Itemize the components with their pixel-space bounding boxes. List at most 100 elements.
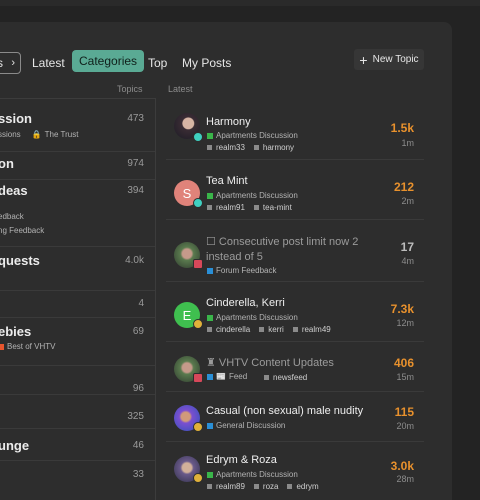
topic-row[interactable]: ☐ Consecutive post limit now 2 instead o… — [166, 220, 424, 282]
category-dropdown-label: s — [0, 56, 3, 70]
topic-category[interactable]: Apartments Discussion — [207, 131, 298, 140]
avatar-letter: E — [182, 307, 192, 323]
tag[interactable]: kerri — [259, 325, 284, 334]
activity-age[interactable]: 20m — [396, 421, 414, 431]
category-color-swatch — [207, 132, 213, 139]
category-color-swatch — [207, 267, 213, 274]
activity-age[interactable]: 28m — [396, 474, 414, 484]
category-row[interactable]: ssion 473 ssions 🔒 The Trust — [0, 99, 155, 152]
subcategory-list: Best of VHTV — [0, 342, 55, 351]
category-row[interactable]: 325 — [0, 395, 155, 429]
category-row[interactable]: quests 4.0k — [0, 247, 155, 291]
topic-tags: realm91 tea-mint — [207, 203, 292, 212]
reply-count: 406 — [393, 356, 414, 370]
subcategory-label[interactable]: Best of VHTV — [7, 342, 55, 351]
topic-title[interactable]: ♜ VHTV Content Updates — [206, 356, 334, 369]
tag[interactable]: tea-mint — [254, 203, 292, 212]
category-row[interactable]: 33 — [0, 461, 155, 498]
topics-column-header: Topics — [117, 84, 143, 94]
category-row[interactable]: 4 — [0, 291, 155, 318]
topic-title[interactable]: Casual (non sexual) male nudity — [206, 405, 363, 417]
topic-category[interactable]: Apartments Discussion — [207, 191, 298, 200]
tag[interactable]: edrym — [287, 482, 318, 491]
tag[interactable]: realm91 — [207, 203, 245, 212]
reply-count: 3.0k — [390, 459, 414, 473]
topic-title[interactable]: Cinderella, Kerri — [206, 297, 285, 309]
subcategory-label[interactable]: ssions — [0, 130, 21, 139]
subcategory-label[interactable]: The Trust — [45, 130, 79, 139]
topic-title[interactable]: Harmony — [206, 116, 251, 128]
tab-categories-label: Categories — [79, 54, 138, 68]
category-row[interactable]: deas 394 edback ng Feedback — [0, 180, 155, 247]
topic-row[interactable]: Casual (non sexual) male nudity General … — [166, 392, 424, 442]
topic-title[interactable]: Tea Mint — [206, 175, 248, 187]
category-name: ssion — [0, 111, 32, 126]
category-count: 974 — [127, 158, 144, 169]
user-badge-icon — [193, 132, 203, 142]
topic-tags: cinderella kerri realm49 — [207, 325, 331, 334]
tag[interactable]: realm49 — [293, 325, 331, 334]
tag[interactable]: cinderella — [207, 325, 250, 334]
category-name: deas — [0, 183, 28, 198]
topic-title[interactable]: Edrym & Roza — [206, 454, 277, 466]
reply-count: 1.5k — [390, 121, 414, 135]
category-count: 394 — [127, 185, 144, 196]
subcategory-label[interactable]: ng Feedback — [0, 226, 44, 235]
tab-latest[interactable]: Latest — [25, 52, 72, 74]
category-color-swatch — [207, 192, 213, 199]
tag[interactable]: realm89 — [207, 482, 245, 491]
category-row[interactable]: unge 46 — [0, 429, 155, 461]
topic-category[interactable]: 📰 Feed — [207, 372, 247, 381]
topic-tags: newsfeed — [264, 373, 307, 382]
main-panel: s › Latest Categories Top My Posts + New… — [0, 22, 452, 500]
topic-category-label: Forum Feedback — [216, 266, 277, 275]
tag[interactable]: newsfeed — [264, 373, 307, 382]
tag[interactable]: roza — [254, 482, 279, 491]
topic-category-label: Feed — [228, 372, 248, 381]
topic-row[interactable]: E Cinderella, Kerri Apartments Discussio… — [166, 282, 424, 342]
subcategory-label[interactable]: edback — [0, 212, 24, 221]
category-count: 4 — [138, 298, 144, 309]
topic-tags: realm33 harmony — [207, 143, 294, 152]
topic-row[interactable]: Harmony Apartments Discussion realm33 ha… — [166, 100, 424, 160]
category-dropdown[interactable]: s › — [0, 52, 21, 74]
tab-my-posts[interactable]: My Posts — [175, 52, 238, 74]
reply-count: 212 — [393, 180, 414, 194]
activity-age[interactable]: 1m — [401, 138, 414, 148]
category-row[interactable]: on 974 — [0, 152, 155, 180]
activity-age[interactable]: 15m — [396, 372, 414, 382]
tab-top[interactable]: Top — [141, 52, 174, 74]
category-row[interactable]: 96 — [0, 366, 155, 395]
activity-age[interactable]: 2m — [401, 196, 414, 206]
topic-category[interactable]: General Discussion — [207, 421, 285, 430]
topic-category-label: General Discussion — [216, 421, 286, 430]
topic-category[interactable]: Forum Feedback — [207, 266, 276, 275]
topic-category[interactable]: Apartments Discussion — [207, 470, 298, 479]
lock-icon: 🔒 — [31, 130, 42, 139]
activity-age[interactable]: 12m — [396, 318, 414, 328]
activity-age[interactable]: 4m — [401, 256, 414, 266]
category-count: 46 — [132, 440, 144, 451]
reply-count: 7.3k — [390, 302, 414, 316]
category-count: 33 — [132, 469, 144, 480]
category-color-swatch — [207, 422, 213, 429]
tab-categories[interactable]: Categories — [72, 50, 145, 72]
category-color-swatch — [207, 314, 213, 321]
topic-category[interactable]: Apartments Discussion — [207, 313, 298, 322]
topic-title-continued[interactable]: instead of 5 — [206, 251, 263, 263]
user-badge-icon — [193, 373, 203, 383]
topic-row[interactable]: S Tea Mint Apartments Discussion realm91… — [166, 160, 424, 220]
topic-category-label: Apartments Discussion — [216, 470, 298, 479]
category-row[interactable]: ebies 69 Best of VHTV — [0, 318, 155, 366]
new-topic-button[interactable]: + New Topic — [354, 49, 424, 70]
avatar-letter: S — [182, 185, 192, 201]
new-topic-label: New Topic — [372, 54, 419, 65]
topic-category-label: Apartments Discussion — [216, 313, 298, 322]
topic-title[interactable]: ☐ Consecutive post limit now 2 — [206, 235, 358, 248]
column-divider — [155, 98, 156, 500]
user-badge-icon — [193, 319, 203, 329]
topic-row[interactable]: ♜ VHTV Content Updates 📰 Feed newsfeed 4… — [166, 342, 424, 392]
topic-row[interactable]: Edrym & Roza Apartments Discussion realm… — [166, 442, 424, 500]
tag[interactable]: realm33 — [207, 143, 245, 152]
tag[interactable]: harmony — [254, 143, 294, 152]
